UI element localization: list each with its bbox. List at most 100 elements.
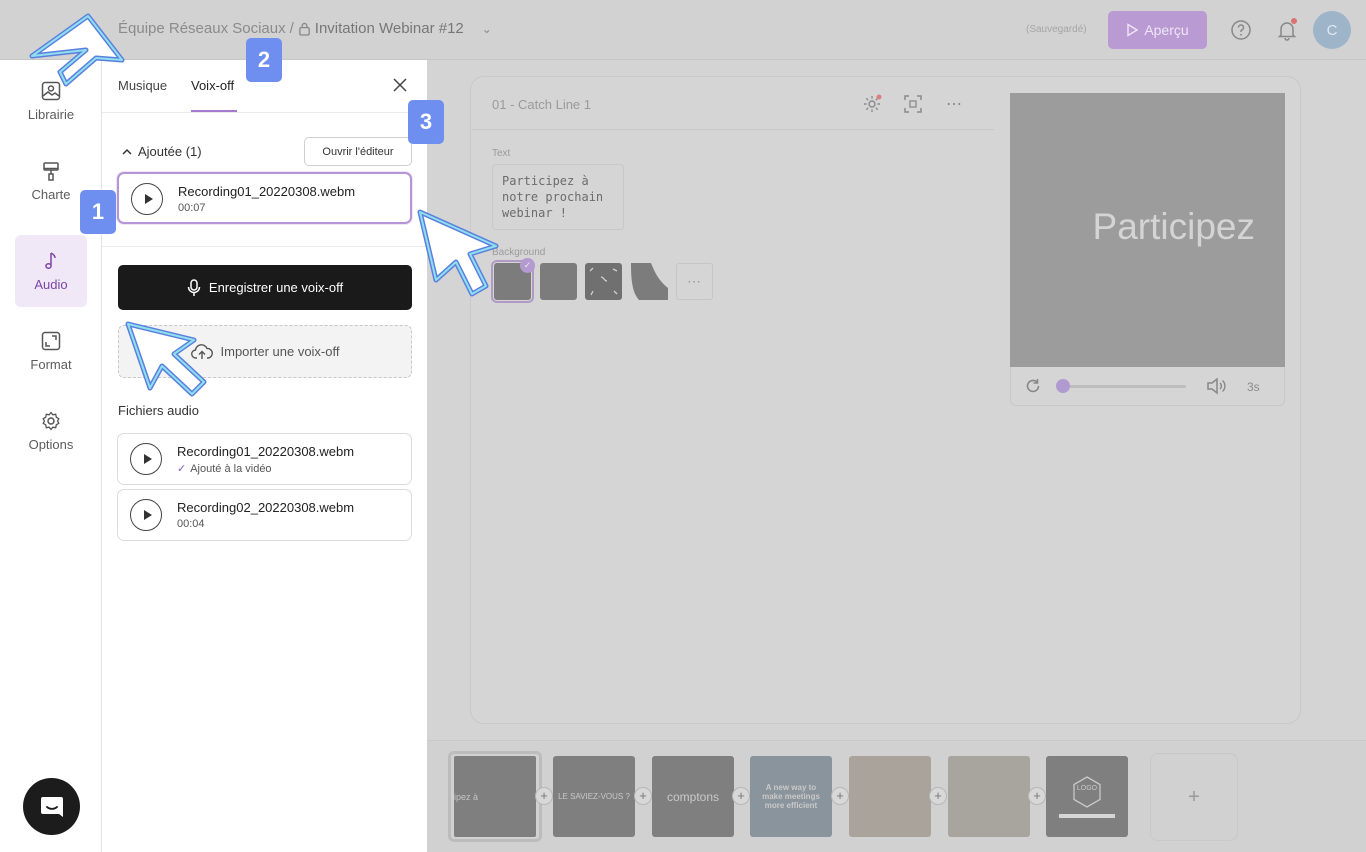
timeline-track[interactable] bbox=[1058, 385, 1186, 388]
audio-status-text: Ajouté à la vidéo bbox=[190, 463, 272, 475]
step-badge-2: 2 bbox=[246, 38, 282, 82]
slide-thumbnail[interactable]: LE SAVIEZ-VOUS ? bbox=[553, 756, 635, 837]
save-status: (Sauvegardé) bbox=[1026, 24, 1087, 35]
background-swatch-shape[interactable] bbox=[631, 263, 668, 300]
open-editor-button[interactable]: Ouvrir l'éditeur bbox=[304, 137, 412, 166]
audio-files-title: Fichiers audio bbox=[118, 403, 199, 418]
slide-thumbnail[interactable] bbox=[948, 756, 1030, 837]
audio-file-item[interactable]: Recording02_20220308.webm 00:04 bbox=[117, 489, 412, 541]
audio-status: ✓ Ajouté à la vidéo bbox=[177, 462, 272, 475]
step-badge-1: 1 bbox=[80, 190, 116, 234]
resize-icon bbox=[41, 331, 61, 350]
slide-title: 01 - Catch Line 1 bbox=[492, 97, 592, 112]
tab-voix-off[interactable]: Voix-off bbox=[191, 78, 234, 93]
play-icon[interactable] bbox=[130, 499, 162, 531]
audio-file-item[interactable]: Recording01_20220308.webm ✓ Ajouté à la v… bbox=[117, 433, 412, 485]
import-voiceover-label: Importer une voix-off bbox=[220, 344, 340, 359]
sidebar-item-charte[interactable]: Charte bbox=[15, 145, 87, 217]
top-bar: Équipe Réseaux Sociaux / Invitation Webi… bbox=[0, 0, 1366, 60]
settings-icon[interactable] bbox=[862, 94, 882, 114]
sidebar-item-label: Format bbox=[30, 356, 72, 372]
audio-name: Recording02_20220308.webm bbox=[177, 500, 355, 515]
sidebar-item-label: Charte bbox=[31, 186, 71, 202]
lock-icon bbox=[298, 22, 310, 36]
sidebar-item-label: Audio bbox=[34, 276, 68, 292]
sidebar-item-audio[interactable]: Audio bbox=[15, 235, 87, 307]
added-section-label: Ajoutée (1) bbox=[138, 144, 202, 159]
blob-shape-icon bbox=[631, 263, 668, 300]
add-slide-between-button[interactable]: + bbox=[732, 787, 750, 805]
sidebar-item-options[interactable]: Options bbox=[15, 395, 87, 467]
replay-icon[interactable] bbox=[1024, 377, 1042, 395]
slide-thumbnail[interactable] bbox=[849, 756, 931, 837]
sidebar-item-label: Librairie bbox=[27, 106, 75, 122]
sidebar-item-label: Options bbox=[28, 436, 74, 452]
record-voiceover-button[interactable]: Enregistrer une voix-off bbox=[118, 265, 412, 310]
slide-thumbnail[interactable]: comptons bbox=[652, 756, 734, 837]
background-swatch-dark[interactable] bbox=[540, 263, 577, 300]
add-slide-between-button[interactable]: + bbox=[929, 787, 947, 805]
breadcrumb: Équipe Réseaux Sociaux / Invitation Webi… bbox=[118, 20, 492, 37]
audio-name: Recording01_20220308.webm bbox=[178, 184, 356, 199]
play-icon bbox=[1127, 23, 1139, 37]
check-icon: ✓ bbox=[520, 258, 535, 273]
slide-thumbnail[interactable]: ipez à bbox=[448, 751, 542, 842]
audio-panel: Musique Voix-off Ajoutée (1) Ouvrir l'éd… bbox=[102, 60, 427, 852]
slide-thumbnail[interactable]: LOGO bbox=[1046, 756, 1128, 837]
add-slide-between-button[interactable]: + bbox=[1028, 787, 1046, 805]
divider bbox=[102, 246, 427, 247]
chat-icon bbox=[40, 796, 63, 817]
project-title[interactable]: Invitation Webinar #12 bbox=[315, 20, 464, 37]
audio-name: Recording01_20220308.webm bbox=[177, 444, 355, 459]
gear-icon bbox=[42, 410, 60, 431]
sidebar-item-format[interactable]: Format bbox=[15, 315, 87, 387]
divider bbox=[472, 129, 994, 130]
add-slide-button[interactable]: + bbox=[1150, 753, 1238, 841]
music-note-icon bbox=[45, 251, 56, 269]
slide-thumbnail-text: ipez à bbox=[454, 756, 536, 837]
avatar[interactable]: C bbox=[1313, 11, 1351, 49]
background-swatch-pattern[interactable] bbox=[585, 263, 622, 300]
chevron-down-icon[interactable]: ⌄ bbox=[482, 22, 492, 36]
help-icon[interactable] bbox=[1230, 19, 1252, 41]
preview-text: Participez bbox=[1092, 206, 1255, 247]
add-slide-between-button[interactable]: + bbox=[634, 787, 652, 805]
notification-dot bbox=[1291, 18, 1297, 24]
microphone-icon bbox=[187, 278, 201, 296]
arrow-cursor-icon bbox=[29, 13, 125, 87]
text-label: Text bbox=[492, 148, 511, 159]
duration-label: 3s bbox=[1247, 380, 1260, 394]
added-audio-item[interactable]: Recording01_20220308.webm 00:07 bbox=[117, 172, 412, 224]
audio-duration: 00:04 bbox=[177, 518, 205, 530]
record-voiceover-label: Enregistrer une voix-off bbox=[208, 280, 344, 295]
preview-button[interactable]: Aperçu bbox=[1108, 11, 1207, 49]
sidebar-nav: Librairie Charte Audio Format Options bbox=[0, 60, 102, 852]
arrow-cursor-icon bbox=[125, 321, 207, 397]
more-backgrounds-button[interactable]: ⋯ bbox=[676, 263, 713, 300]
play-icon[interactable] bbox=[131, 183, 163, 215]
more-icon[interactable]: ⋯ bbox=[946, 94, 966, 114]
chevron-up-icon bbox=[122, 148, 132, 155]
volume-icon[interactable] bbox=[1206, 377, 1226, 395]
check-icon: ✓ bbox=[177, 463, 187, 475]
play-icon[interactable] bbox=[130, 443, 162, 475]
focus-icon[interactable] bbox=[903, 94, 923, 114]
step-badge-3: 3 bbox=[408, 100, 444, 144]
slide-thumbnail[interactable]: A new way to make meetings more efficien… bbox=[750, 756, 832, 837]
arrow-cursor-icon bbox=[417, 209, 499, 297]
breadcrumb-team[interactable]: Équipe Réseaux Sociaux bbox=[118, 20, 286, 37]
slide-thumbnail-text: LOGO bbox=[1076, 785, 1098, 792]
divider bbox=[102, 112, 427, 113]
add-slide-between-button[interactable]: + bbox=[535, 787, 553, 805]
audio-duration: 00:07 bbox=[178, 202, 206, 214]
paint-roller-icon bbox=[43, 161, 59, 181]
breadcrumb-separator: / bbox=[289, 20, 294, 37]
thumbnail-bar bbox=[1059, 813, 1115, 818]
added-section-toggle[interactable]: Ajoutée (1) bbox=[122, 144, 202, 159]
pattern-icon bbox=[589, 267, 618, 296]
close-icon[interactable] bbox=[392, 77, 408, 93]
add-slide-between-button[interactable]: + bbox=[831, 787, 849, 805]
timeline-knob[interactable] bbox=[1056, 379, 1070, 393]
chat-support-button[interactable] bbox=[23, 778, 80, 835]
preview-button-label: Aperçu bbox=[1144, 22, 1189, 38]
